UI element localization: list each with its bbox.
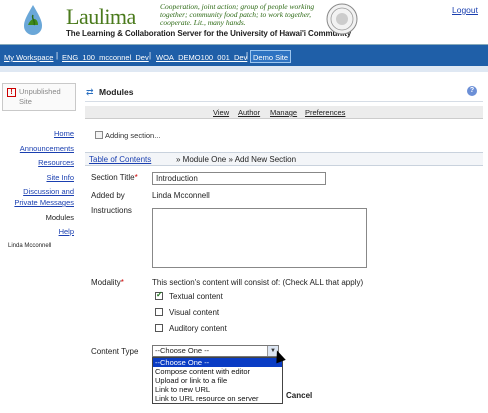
document-icon [95,131,103,139]
header-subtitle: The Learning & Collaboration Server for … [66,29,352,38]
tool-site-info[interactable]: Site Info [0,172,74,183]
modules-panel: ⇄ Modules ? View Author Manage Preferenc… [85,82,483,413]
section-title-input[interactable]: Introduction [152,172,326,185]
tab-separator: | [149,51,152,60]
modality-hint: This section's content will consist of: … [152,278,364,287]
menu-view[interactable]: View [213,108,229,117]
adding-status-text: Adding section... [105,131,161,140]
breadcrumb: Table of Contents » Module One » Add New… [85,152,483,166]
header: Laulima Cooperation, joint action; group… [0,0,488,44]
content-type-select[interactable]: --Choose One -- ▼ [152,345,279,357]
visual-content-label: Visual content [169,308,220,317]
dropdown-option[interactable]: --Choose One -- [153,358,282,367]
panel-title-bar: ⇄ Modules ? [85,82,483,102]
help-icon[interactable]: ? [467,86,477,96]
modality-label: Modality* [91,278,124,287]
tool-resources[interactable]: Resources [0,157,74,168]
content-type-label: Content Type [91,347,139,356]
cancel-button[interactable]: Cancel [286,391,312,400]
logout-link[interactable]: Logout [452,5,478,15]
instructions-textarea[interactable] [152,208,367,268]
content-type-dropdown: --Choose One -- Compose content with edi… [152,357,283,404]
site-tab-woa-demo[interactable]: WOA_DEMO100_001_Dev [154,51,249,64]
textual-content-label: Textual content [169,292,223,301]
brand-name: Laulima [66,4,136,29]
instructions-label: Instructions [91,206,132,215]
auditory-content-label: Auditory content [169,324,227,333]
tab-separator: | [246,51,249,60]
added-by-value: Linda Mcconnell [152,191,210,200]
tool-help[interactable]: Help [0,226,74,237]
brand-tagline: Cooperation, joint action; group of peop… [160,2,315,27]
menu-manage[interactable]: Manage [270,108,297,117]
visual-content-checkbox[interactable] [155,308,163,316]
unpublished-label: Unpublished Site [19,87,61,106]
dropdown-option[interactable]: Compose content with editor [153,367,282,376]
adding-status: Adding section... [95,131,160,140]
dropdown-option[interactable]: Link to URL resource on server [153,394,282,403]
site-tab-demo-site[interactable]: Demo Site [250,50,292,63]
site-tab-my-workspace[interactable]: My Workspace [2,51,55,64]
unpublished-site-notice: ! Unpublished Site [2,83,76,111]
menu-preferences[interactable]: Preferences [305,108,345,117]
textual-content-checkbox[interactable] [155,290,163,300]
modules-menu-bar: View Author Manage Preferences [85,106,483,119]
tool-modules: Modules [45,212,74,222]
reset-arrows-icon[interactable]: ⇄ [86,87,94,98]
tab-separator: | [56,51,59,60]
content-type-selected: --Choose One -- [155,346,210,355]
added-by-label: Added by [91,191,125,200]
site-subbar [0,66,488,72]
page-title: Modules [99,87,134,97]
tool-announcements[interactable]: Announcements [0,143,74,154]
site-tabs-bar: My Workspace | ENG_100_mcconnel_Dev | WO… [0,44,488,66]
tool-menu: Home Announcements Resources Site Info D… [0,128,74,241]
breadcrumb-toc-link[interactable]: Table of Contents [89,155,151,164]
site-tab-eng100[interactable]: ENG_100_mcconnel_Dev [60,51,151,64]
breadcrumb-trail: » Module One » Add New Section [176,155,297,164]
dropdown-option[interactable]: Link to new URL [153,385,282,394]
auditory-content-checkbox[interactable] [155,324,163,332]
tool-discussion[interactable]: Discussion and Private Messages [0,186,74,208]
dropdown-option[interactable]: Upload or link to a file [153,376,282,385]
university-seal-icon [326,3,358,35]
laulima-drop-logo-icon [24,5,42,35]
warning-icon: ! [7,88,16,97]
tool-home[interactable]: Home [0,128,74,139]
menu-author[interactable]: Author [238,108,260,117]
current-user-name: Linda Mcconnell [8,243,52,249]
section-title-label: Section Title* [91,173,138,182]
